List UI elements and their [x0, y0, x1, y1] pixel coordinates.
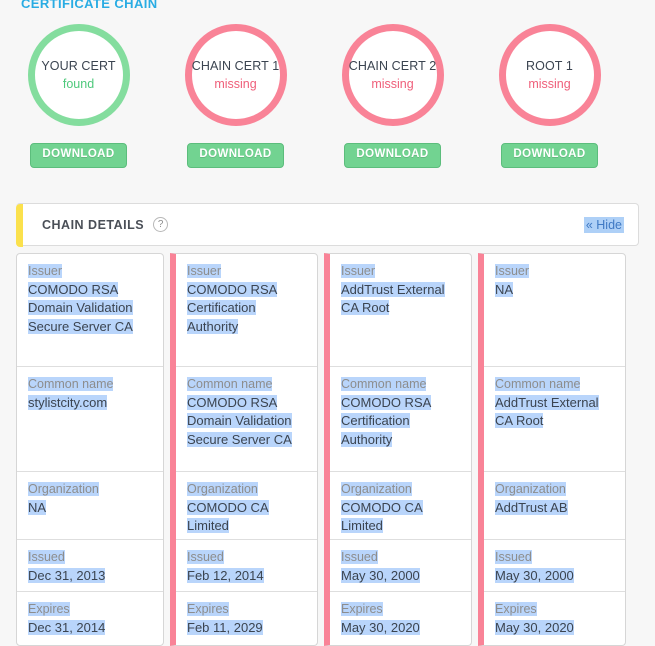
field-issued: Issued May 30, 2000 — [330, 540, 471, 592]
field-value: COMODO RSA Domain Validation Secure Serv… — [187, 394, 292, 447]
field-label: Common name — [28, 377, 114, 391]
cert-status-ring: YOUR CERT found — [27, 24, 130, 126]
field-value: Dec 31, 2013 — [28, 567, 106, 583]
cert-name-label: ROOT 1 — [526, 58, 573, 73]
chain-details-columns: Issuer COMODO RSA Domain Validation Secu… — [16, 253, 639, 646]
chain-detail-column: Issuer NA Common name AddTrust External … — [478, 253, 626, 646]
hide-link[interactable]: « Hide — [583, 216, 624, 233]
field-label: Expires — [495, 602, 537, 616]
field-issuer: Issuer COMODO RSA Domain Validation Secu… — [17, 254, 163, 367]
download-button[interactable]: DOWNLOAD — [30, 143, 127, 168]
cert-card-your-cert: YOUR CERT found DOWNLOAD — [0, 24, 157, 168]
cert-name-label: CHAIN CERT 1 — [191, 58, 280, 73]
page-title: CERTIFICATE CHAIN — [21, 0, 158, 11]
field-value: Dec 31, 2014 — [28, 619, 106, 635]
chain-details-header: CHAIN DETAILS ? « Hide — [16, 203, 639, 247]
field-label: Organization — [187, 482, 258, 496]
cert-status-label: missing — [528, 76, 571, 91]
field-label: Organization — [28, 482, 99, 496]
field-value: May 30, 2020 — [495, 619, 574, 635]
field-issuer: Issuer AddTrust External CA Root — [330, 254, 471, 367]
field-label: Issuer — [187, 264, 222, 278]
download-button[interactable]: DOWNLOAD — [501, 143, 598, 168]
field-expires: Expires Feb 11, 2029 — [176, 592, 317, 645]
field-label: Expires — [341, 602, 383, 616]
field-value: May 30, 2000 — [495, 567, 574, 583]
field-value: COMODO CA Limited — [341, 499, 423, 533]
chain-detail-column: Issuer COMODO RSA Certification Authorit… — [170, 253, 318, 646]
question-mark-icon[interactable]: ? — [153, 217, 169, 232]
field-value: AddTrust AB — [495, 499, 568, 515]
field-label: Common name — [341, 377, 427, 391]
field-value: NA — [495, 281, 514, 297]
field-label: Issuer — [341, 264, 376, 278]
field-issuer: Issuer NA — [484, 254, 625, 367]
field-label: Common name — [187, 377, 273, 391]
chain-detail-column: Issuer AddTrust External CA Root Common … — [324, 253, 472, 646]
field-label: Issued — [187, 550, 224, 564]
field-label: Expires — [28, 602, 70, 616]
field-organization: Organization NA — [17, 472, 163, 540]
field-value: May 30, 2020 — [341, 619, 420, 635]
cert-status-ring: CHAIN CERT 2 missing — [341, 24, 444, 126]
field-expires: Expires Dec 31, 2014 — [17, 592, 163, 645]
download-button[interactable]: DOWNLOAD — [344, 143, 441, 168]
field-value: May 30, 2000 — [341, 567, 420, 583]
field-label: Issuer — [28, 264, 63, 278]
cert-status-label: missing — [214, 76, 257, 91]
field-label: Issued — [495, 550, 532, 564]
field-common-name: Common name COMODO RSA Certification Aut… — [330, 367, 471, 472]
field-label: Common name — [495, 377, 581, 391]
field-value: COMODO RSA Domain Validation Secure Serv… — [28, 281, 133, 334]
cert-card-chain-cert-2: CHAIN CERT 2 missing DOWNLOAD — [314, 24, 471, 168]
cert-card-chain-cert-1: CHAIN CERT 1 missing DOWNLOAD — [157, 24, 314, 168]
download-button[interactable]: DOWNLOAD — [187, 143, 284, 168]
accent-bar — [16, 204, 23, 247]
cert-name-label: YOUR CERT — [41, 58, 116, 73]
field-organization: Organization AddTrust AB — [484, 472, 625, 540]
field-label: Organization — [495, 482, 566, 496]
field-value: NA — [28, 499, 47, 515]
field-common-name: Common name stylistcity.com — [17, 367, 163, 472]
field-common-name: Common name COMODO RSA Domain Validation… — [176, 367, 317, 472]
field-label: Organization — [341, 482, 412, 496]
field-expires: Expires May 30, 2020 — [330, 592, 471, 645]
cert-status-ring: CHAIN CERT 1 missing — [184, 24, 287, 126]
cert-name-label: CHAIN CERT 2 — [348, 58, 437, 73]
certificate-status-row: YOUR CERT found DOWNLOAD CHAIN CERT 1 mi… — [0, 24, 655, 168]
field-label: Issued — [28, 550, 65, 564]
field-value: COMODO CA Limited — [187, 499, 269, 533]
field-value: AddTrust External CA Root — [341, 281, 445, 315]
chain-detail-column: Issuer COMODO RSA Domain Validation Secu… — [16, 253, 164, 646]
field-common-name: Common name AddTrust External CA Root — [484, 367, 625, 472]
field-value: Feb 11, 2029 — [187, 619, 263, 635]
field-label: Issuer — [495, 264, 530, 278]
field-value: COMODO RSA Certification Authority — [341, 394, 432, 447]
field-issued: Issued May 30, 2000 — [484, 540, 625, 592]
cert-status-label: found — [62, 76, 95, 91]
field-issued: Issued Dec 31, 2013 — [17, 540, 163, 592]
field-issuer: Issuer COMODO RSA Certification Authorit… — [176, 254, 317, 367]
field-issued: Issued Feb 12, 2014 — [176, 540, 317, 592]
field-label: Expires — [187, 602, 229, 616]
field-value: Feb 12, 2014 — [187, 567, 264, 583]
field-value: stylistcity.com — [28, 394, 108, 410]
cert-status-ring: ROOT 1 missing — [498, 24, 601, 126]
certificate-chain-page: CERTIFICATE CHAIN YOUR CERT found DOWNLO… — [0, 0, 655, 646]
field-value: AddTrust External CA Root — [495, 394, 599, 428]
field-label: Issued — [341, 550, 378, 564]
field-organization: Organization COMODO CA Limited — [330, 472, 471, 540]
cert-status-label: missing — [371, 76, 414, 91]
field-expires: Expires May 30, 2020 — [484, 592, 625, 645]
field-organization: Organization COMODO CA Limited — [176, 472, 317, 540]
field-value: COMODO RSA Certification Authority — [187, 281, 278, 334]
chain-details-title: CHAIN DETAILS — [42, 217, 145, 232]
cert-card-root-1: ROOT 1 missing DOWNLOAD — [471, 24, 628, 168]
